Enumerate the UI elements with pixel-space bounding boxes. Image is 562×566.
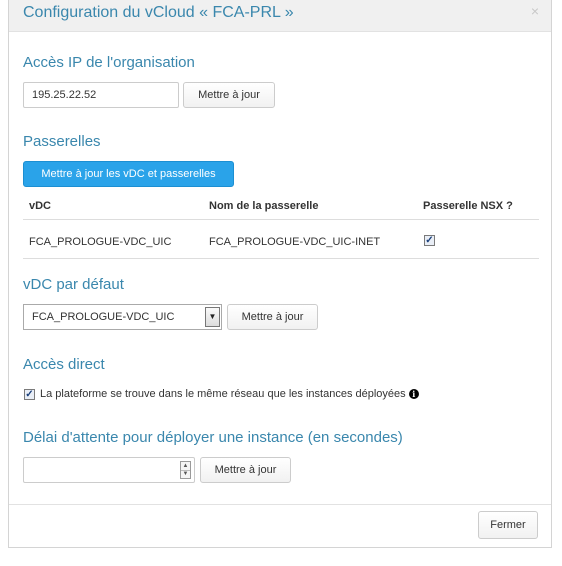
column-header-nsx: Passerelle NSX ?: [423, 200, 513, 212]
timeout-section-title: Délai d'attente pour déployer une instan…: [23, 429, 403, 446]
direct-access-label: La plateforme se trouve dans le même rés…: [40, 388, 406, 400]
gateways-section-title: Passerelles: [23, 133, 101, 150]
close-button[interactable]: Fermer: [478, 511, 538, 539]
nsx-checkbox[interactable]: ✓: [424, 235, 435, 246]
dialog-title: Configuration du vCloud « FCA-PRL »: [23, 4, 294, 21]
direct-access-checkbox[interactable]: ✓: [24, 389, 35, 400]
row-gateway-name: FCA_PROLOGUE-VDC_UIC-INET: [209, 236, 381, 248]
table-bottom-divider: [23, 258, 539, 259]
direct-access-section-title: Accès direct: [23, 356, 105, 373]
close-icon[interactable]: ×: [531, 3, 539, 19]
org-ip-input[interactable]: 195.25.22.52: [23, 82, 179, 108]
direct-access-row: La plateforme se trouve dans le même rés…: [40, 388, 419, 400]
spinner-down-icon[interactable]: ▼: [181, 470, 190, 478]
vcloud-config-dialog: Configuration du vCloud « FCA-PRL » × Ac…: [8, 0, 552, 548]
default-vdc-section-title: vDC par défaut: [23, 276, 124, 293]
org-ip-section-title: Accès IP de l'organisation: [23, 54, 195, 71]
timeout-spinner[interactable]: ▲ ▼: [180, 461, 191, 479]
default-vdc-selected-value: FCA_PROLOGUE-VDC_UIC: [32, 311, 175, 323]
info-icon[interactable]: i: [408, 389, 419, 400]
row-vdc: FCA_PROLOGUE-VDC_UIC: [29, 236, 172, 248]
dialog-header: Configuration du vCloud « FCA-PRL » ×: [9, 0, 551, 32]
default-vdc-select[interactable]: FCA_PROLOGUE-VDC_UIC ▼: [23, 304, 222, 330]
default-vdc-update-button[interactable]: Mettre à jour: [227, 304, 318, 330]
chevron-down-icon[interactable]: ▼: [205, 307, 220, 327]
update-vdc-gateways-button[interactable]: Mettre à jour les vDC et passerelles: [23, 161, 234, 187]
column-header-vdc: vDC: [29, 200, 52, 212]
footer-divider: [9, 504, 551, 505]
timeout-update-button[interactable]: Mettre à jour: [200, 457, 291, 483]
table-header-divider: [23, 219, 539, 220]
timeout-number-input[interactable]: ▲ ▼: [23, 457, 195, 483]
org-ip-update-button[interactable]: Mettre à jour: [183, 82, 275, 108]
column-header-gateway-name: Nom de la passerelle: [209, 200, 319, 212]
